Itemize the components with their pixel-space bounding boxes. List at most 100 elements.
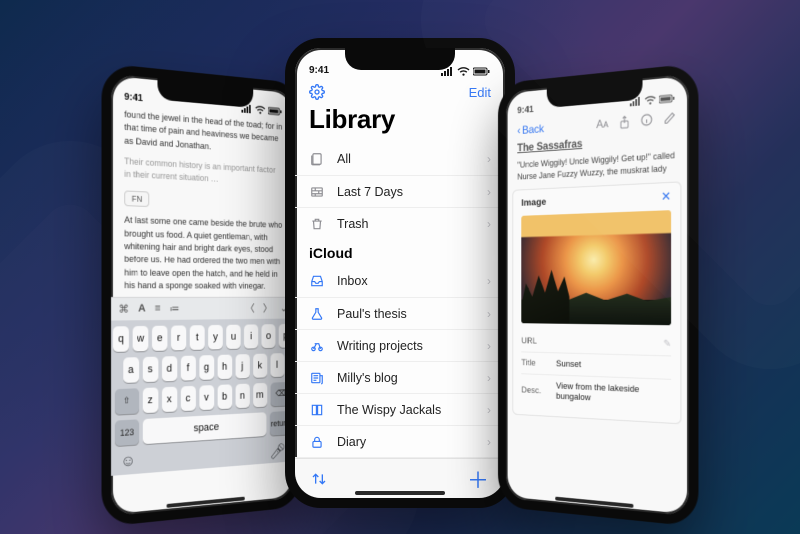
cloud-row[interactable]: The Wispy Jackals› <box>295 393 505 425</box>
edit-button[interactable]: Edit <box>469 85 491 100</box>
share-button[interactable] <box>619 115 630 129</box>
keyboard[interactable]: qwertyuiop asdfghjkl ⇧zxcvbnm⌫ 123spacer… <box>111 318 294 475</box>
key-j[interactable]: j <box>235 354 249 379</box>
key-d[interactable]: d <box>162 356 177 381</box>
key-h[interactable]: h <box>217 354 232 379</box>
status-time: 9:41 <box>309 65 329 76</box>
status-icons <box>630 94 676 107</box>
key-t[interactable]: t <box>190 325 205 350</box>
desc-field[interactable]: View from the lakeside bungalow <box>556 381 671 407</box>
chevron-right-icon: › <box>487 371 491 385</box>
phone-right-doc: 9:41 ‹ Back Aᴀ The Sassafras "Uncle Wigg… <box>498 63 698 527</box>
flask-icon <box>309 306 325 322</box>
chevron-right-icon: › <box>487 307 491 321</box>
format-bar: ⌘ A ≡ ≔ 〈 〉 ⌄ <box>111 296 294 320</box>
edit-url-icon[interactable]: ✎ <box>663 339 671 350</box>
smart-filters-list: All›Last 7 Days› Trash › <box>295 143 505 239</box>
panel-title: Image <box>521 197 546 209</box>
smart-row[interactable]: All› <box>295 143 505 175</box>
cloud-row[interactable]: Paul's thesis › <box>295 297 505 329</box>
title-field[interactable]: Sunset <box>556 359 671 373</box>
key-m[interactable]: m <box>253 382 267 407</box>
page-title: Library <box>295 102 505 143</box>
key-f[interactable]: f <box>180 355 195 380</box>
key-b[interactable]: b <box>217 384 232 409</box>
bold-icon[interactable]: A <box>138 303 145 315</box>
smart-row[interactable]: Trash › <box>295 207 505 239</box>
editor-text[interactable]: found the jewel in the head of the toad;… <box>111 103 294 296</box>
key-r[interactable]: r <box>171 325 186 350</box>
key-c[interactable]: c <box>180 385 195 410</box>
news-icon <box>309 370 325 386</box>
key-v[interactable]: v <box>199 385 214 410</box>
inbox-icon <box>309 273 325 289</box>
title-field-label: Title <box>521 358 547 369</box>
key-o[interactable]: o <box>261 324 275 348</box>
row-label: Paul's thesis <box>337 307 475 321</box>
calc-icon <box>309 498 325 509</box>
compose-button[interactable] <box>664 111 676 126</box>
key-k[interactable]: k <box>253 353 267 377</box>
key-z[interactable]: z <box>142 387 158 413</box>
gear-icon <box>309 84 325 100</box>
footnote-pill[interactable]: FN <box>124 191 149 208</box>
cloud-row[interactable]: Writing projects› <box>295 329 505 361</box>
nav-left-icon[interactable]: 〈 <box>245 301 254 316</box>
key-x[interactable]: x <box>162 386 177 412</box>
indent-icon[interactable]: ≔ <box>170 302 180 314</box>
key-123[interactable]: 123 <box>115 419 139 446</box>
key-n[interactable]: n <box>235 383 249 408</box>
settings-button[interactable] <box>309 84 325 100</box>
chevron-right-icon: › <box>487 499 491 509</box>
sort-button[interactable] <box>311 472 327 486</box>
key-q[interactable]: q <box>113 326 129 352</box>
editor-para-2: At last some one came beside the brute w… <box>124 214 283 292</box>
key-g[interactable]: g <box>199 355 214 380</box>
mic-key[interactable]: 🎤︎ <box>269 441 286 460</box>
key-s[interactable]: s <box>142 356 158 382</box>
sort-icon <box>311 472 327 486</box>
key-⇧[interactable]: ⇧ <box>114 388 138 415</box>
key-space[interactable]: space <box>143 412 267 444</box>
url-field-label: URL <box>521 336 547 347</box>
key-y[interactable]: y <box>208 324 223 349</box>
row-label: Inbox <box>337 274 475 288</box>
appearance-button[interactable]: Aᴀ <box>596 117 608 131</box>
add-button[interactable]: ＋ <box>467 463 489 495</box>
back-button[interactable]: ‹ Back <box>517 122 544 137</box>
cloud-row[interactable]: Diary› <box>295 425 505 457</box>
nav-right-icon[interactable]: 〉 <box>263 300 272 315</box>
list-icon[interactable]: ≡ <box>155 303 161 315</box>
cloud-row[interactable]: Inbox› <box>295 265 505 297</box>
section-title-icloud: iCloud <box>295 239 505 265</box>
close-button[interactable]: ✕ <box>661 189 671 205</box>
row-label: Diary <box>337 435 475 449</box>
image-panel: Image ✕ URL ✎ Title Sunset Desc. View fr… <box>512 182 681 425</box>
image-preview[interactable] <box>521 210 671 325</box>
chevron-right-icon: › <box>487 217 491 231</box>
notch <box>345 48 455 70</box>
notch <box>547 78 643 108</box>
cloud-row[interactable]: Milly's blog› <box>295 361 505 393</box>
key-e[interactable]: e <box>152 325 167 350</box>
smart-row[interactable]: Last 7 Days› <box>295 175 505 207</box>
key-a[interactable]: a <box>123 357 139 383</box>
home-indicator[interactable] <box>355 491 445 495</box>
row-label: Trash <box>337 217 475 231</box>
key-u[interactable]: u <box>226 324 240 348</box>
url-field[interactable] <box>556 342 654 344</box>
info-icon <box>641 113 653 126</box>
home-indicator[interactable] <box>167 497 245 508</box>
key-i[interactable]: i <box>244 324 258 348</box>
info-button[interactable] <box>641 113 653 127</box>
status-icons <box>441 67 491 76</box>
row-label: Last 7 Days <box>337 185 475 199</box>
emoji-key[interactable]: ☺ <box>120 452 135 473</box>
trash-icon <box>309 216 325 232</box>
heading-icon[interactable]: ⌘ <box>119 302 129 315</box>
key-l[interactable]: l <box>270 353 284 377</box>
home-indicator[interactable] <box>555 497 633 508</box>
lock-icon <box>309 434 325 450</box>
key-w[interactable]: w <box>133 325 149 351</box>
wifi-icon <box>644 95 656 105</box>
